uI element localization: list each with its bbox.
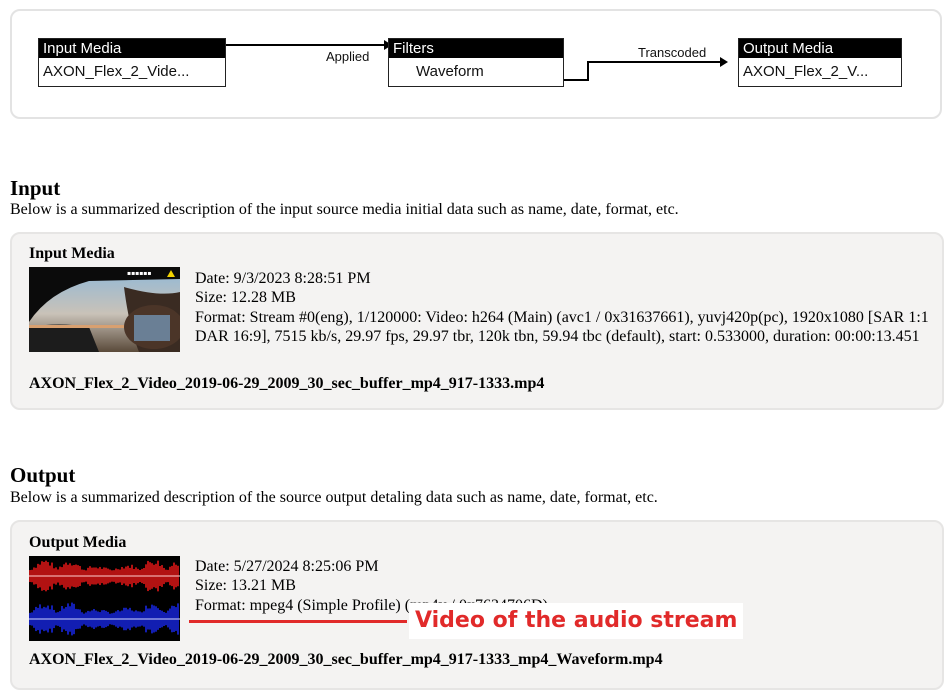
output-waveform-thumbnail[interactable] bbox=[29, 556, 180, 641]
input-media-node[interactable]: Input Media AXON_Flex_2_Vide... bbox=[38, 38, 226, 87]
svg-text:▪▪▪▪▪▪: ▪▪▪▪▪▪ bbox=[127, 270, 151, 277]
filters-node[interactable]: Filters Waveform bbox=[388, 38, 564, 87]
transcoded-arrowhead bbox=[720, 57, 728, 67]
output-card-title: Output Media bbox=[29, 534, 127, 551]
output-section-description: Below is a summarized description of the… bbox=[10, 489, 658, 506]
input-media-node-header: Input Media bbox=[39, 39, 225, 58]
filters-node-value: Waveform bbox=[416, 63, 484, 80]
transcoded-edge-line bbox=[563, 61, 721, 81]
output-media-filename: AXON_Flex_2_Video_2019-06-29_2009_30_sec… bbox=[29, 651, 663, 668]
filters-node-header: Filters bbox=[389, 39, 563, 58]
input-video-thumbnail[interactable]: ▪▪▪▪▪▪ bbox=[29, 267, 180, 352]
input-section-heading: Input bbox=[10, 176, 61, 200]
output-media-size: Size: 13.21 MB bbox=[195, 577, 296, 595]
output-media-node-value: AXON_Flex_2_V... bbox=[743, 63, 869, 80]
input-media-format: Format: Stream #0(eng), 1/120000: Video:… bbox=[195, 308, 929, 346]
input-media-card: Input Media ▪▪▪▪▪▪ Date: 9/3/2023 8:28:5… bbox=[10, 232, 944, 410]
applied-edge-label: Applied bbox=[326, 49, 370, 64]
input-media-size: Size: 12.28 MB bbox=[195, 289, 296, 307]
annotation-callout: Video of the audio stream bbox=[409, 603, 744, 639]
output-media-node[interactable]: Output Media AXON_Flex_2_V... bbox=[738, 38, 902, 87]
output-media-node-header: Output Media bbox=[739, 39, 901, 58]
transcoded-edge-label: Transcoded bbox=[638, 45, 707, 60]
input-section-description: Below is a summarized description of the… bbox=[10, 201, 679, 218]
output-media-date: Date: 5/27/2024 8:25:06 PM bbox=[195, 558, 379, 575]
input-media-node-value: AXON_Flex_2_Vide... bbox=[43, 63, 190, 80]
output-section-heading: Output bbox=[10, 463, 76, 487]
input-media-date: Date: 9/3/2023 8:28:51 PM bbox=[195, 270, 371, 287]
annotation-underline bbox=[189, 620, 407, 623]
input-card-title: Input Media bbox=[29, 245, 115, 262]
input-media-filename: AXON_Flex_2_Video_2019-06-29_2009_30_sec… bbox=[29, 375, 545, 392]
input-media-details: Date: 9/3/2023 8:28:51 PM Size: 12.28 MB… bbox=[195, 269, 937, 347]
